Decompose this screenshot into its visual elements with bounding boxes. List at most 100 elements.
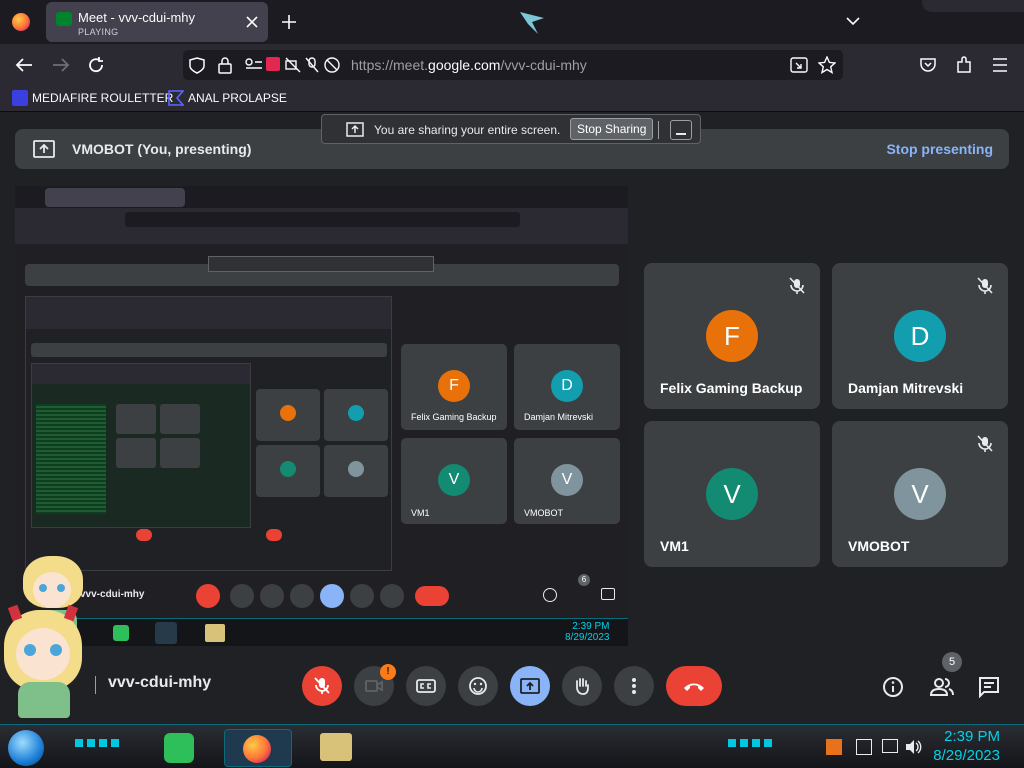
meeting-controls: vvv-cdui-mhy ! 5 (0, 652, 1024, 718)
autoplay-blocked-icon[interactable] (324, 57, 340, 73)
avatar: F (706, 310, 758, 362)
clock-time[interactable]: 2:39 PM (944, 728, 1000, 745)
info-icon (883, 677, 903, 697)
start-button[interactable] (8, 730, 44, 766)
preview-emoji-button (290, 584, 314, 608)
preview-firefox-icon (155, 622, 177, 644)
preview-deep-tile (160, 438, 200, 468)
participant-tile-felix[interactable]: F Felix Gaming Backup (644, 263, 820, 409)
reload-icon[interactable] (87, 56, 105, 74)
raise-hand-button[interactable] (562, 666, 602, 706)
participant-tile-damjan[interactable]: D Damjan Mitrevski (832, 263, 1008, 409)
bookmark-anal-prolapse[interactable]: ANAL PROLAPSE (188, 91, 287, 105)
address-bar[interactable]: https://meet.google.com/vvv-cdui-mhy (183, 50, 843, 80)
preview-hand-button (350, 584, 374, 608)
network-icon[interactable] (882, 739, 898, 753)
permissions-icon[interactable] (245, 58, 263, 72)
taskbar-app-icon[interactable] (164, 733, 194, 763)
preview-mic-button (196, 584, 220, 608)
emoji-icon (469, 677, 487, 695)
back-icon[interactable] (15, 57, 33, 73)
preview-tile-felix: F Felix Gaming Backup (401, 344, 507, 430)
url-text[interactable]: https://meet.google.com/vvv-cdui-mhy (351, 57, 587, 73)
leave-call-button[interactable] (666, 666, 722, 706)
preview-taskbar: 2:39 PM 8/29/2023 (15, 618, 628, 646)
character-face (16, 628, 70, 680)
preview-deep-chrome (32, 364, 250, 384)
participant-tile-vmobot[interactable]: V VMOBOT (832, 421, 1008, 567)
preview-avatar: D (551, 370, 583, 402)
preview-avatar (280, 461, 296, 477)
preview-share-bar (208, 256, 434, 272)
close-icon[interactable] (246, 16, 258, 28)
window-edge (922, 0, 1024, 12)
preview-deep-tile (160, 404, 200, 434)
captions-icon (416, 679, 436, 693)
chat-button[interactable] (968, 666, 1008, 706)
tray-action-center-icon[interactable] (856, 739, 872, 755)
microphone-off-icon[interactable] (305, 57, 319, 73)
new-tab-icon[interactable] (282, 15, 296, 29)
preview-url-bar (125, 212, 520, 227)
preview-chat-icon (601, 588, 615, 600)
preview-avatar: F (438, 370, 470, 402)
minimize-icon (676, 133, 686, 135)
emoji-reactions-button[interactable] (458, 666, 498, 706)
clock-date[interactable]: 8/29/2023 (933, 747, 1000, 764)
screen-share-indicator-icon[interactable] (266, 57, 280, 71)
screen-share-notification: You are sharing your entire screen. Stop… (321, 114, 701, 144)
tab-meet[interactable]: Meet - vvv-cdui-mhy PLAYING (46, 2, 268, 42)
bookmark-icon (168, 90, 184, 106)
preview-tile-damjan: D Damjan Mitrevski (514, 344, 620, 430)
tab-title: Meet - vvv-cdui-mhy (78, 10, 196, 25)
character-eye (50, 644, 62, 656)
bookmarks-toolbar: MEDIAFIRE ROULETTER ANAL PROLAPSE (0, 86, 1024, 112)
firefox-icon[interactable] (12, 13, 30, 31)
present-button[interactable] (510, 666, 550, 706)
file-explorer-icon[interactable] (320, 733, 352, 761)
people-button[interactable] (920, 666, 960, 706)
volume-icon[interactable] (904, 739, 922, 755)
preview-tile-name: VM1 (411, 508, 430, 518)
bookmark-star-icon[interactable] (818, 56, 836, 74)
minimize-button[interactable] (670, 120, 692, 140)
preview-end-call-button (415, 586, 449, 606)
mic-muted-icon (977, 277, 993, 294)
extensions-icon[interactable] (956, 56, 972, 74)
character-eye (24, 644, 36, 656)
bookmark-mediafire-roulette[interactable]: MEDIAFIRE ROULETTER (32, 91, 173, 105)
participant-name: Damjan Mitrevski (848, 380, 964, 396)
lock-icon[interactable] (218, 57, 232, 74)
stop-sharing-button[interactable]: Stop Sharing (570, 118, 654, 140)
character-horn (63, 604, 79, 622)
meeting-details-button[interactable] (872, 666, 912, 706)
taskbar-firefox-button[interactable] (224, 729, 292, 767)
preview-mic-button (136, 529, 152, 541)
avatar: V (706, 468, 758, 520)
preview-deep-tile (116, 438, 156, 468)
participant-tile-vm1[interactable]: V VM1 (644, 421, 820, 567)
stop-presenting-button[interactable]: Stop presenting (886, 141, 993, 157)
mic-muted-icon (977, 435, 993, 452)
camera-off-icon[interactable] (285, 57, 301, 73)
meeting-code: vvv-cdui-mhy (108, 674, 212, 691)
divider (95, 676, 96, 694)
microphone-off-icon (314, 677, 330, 694)
more-options-button[interactable] (614, 666, 654, 706)
shield-icon[interactable] (189, 57, 205, 74)
present-screen-icon (33, 140, 55, 158)
tray-app-icon[interactable] (826, 739, 842, 755)
preview-tile-vmobot (324, 445, 388, 497)
forward-icon[interactable] (52, 57, 70, 73)
preview-avatar (348, 405, 364, 421)
microphone-button[interactable] (302, 666, 342, 706)
menu-icon[interactable] (992, 58, 1008, 72)
chevron-down-icon[interactable] (846, 16, 860, 26)
preview-app-icon (113, 625, 129, 641)
captions-button[interactable] (406, 666, 446, 706)
picture-in-picture-icon[interactable] (790, 57, 808, 73)
pocket-icon[interactable] (919, 57, 937, 73)
camera-icon (365, 680, 383, 692)
hand-icon (576, 678, 589, 695)
mic-muted-icon (789, 277, 805, 294)
